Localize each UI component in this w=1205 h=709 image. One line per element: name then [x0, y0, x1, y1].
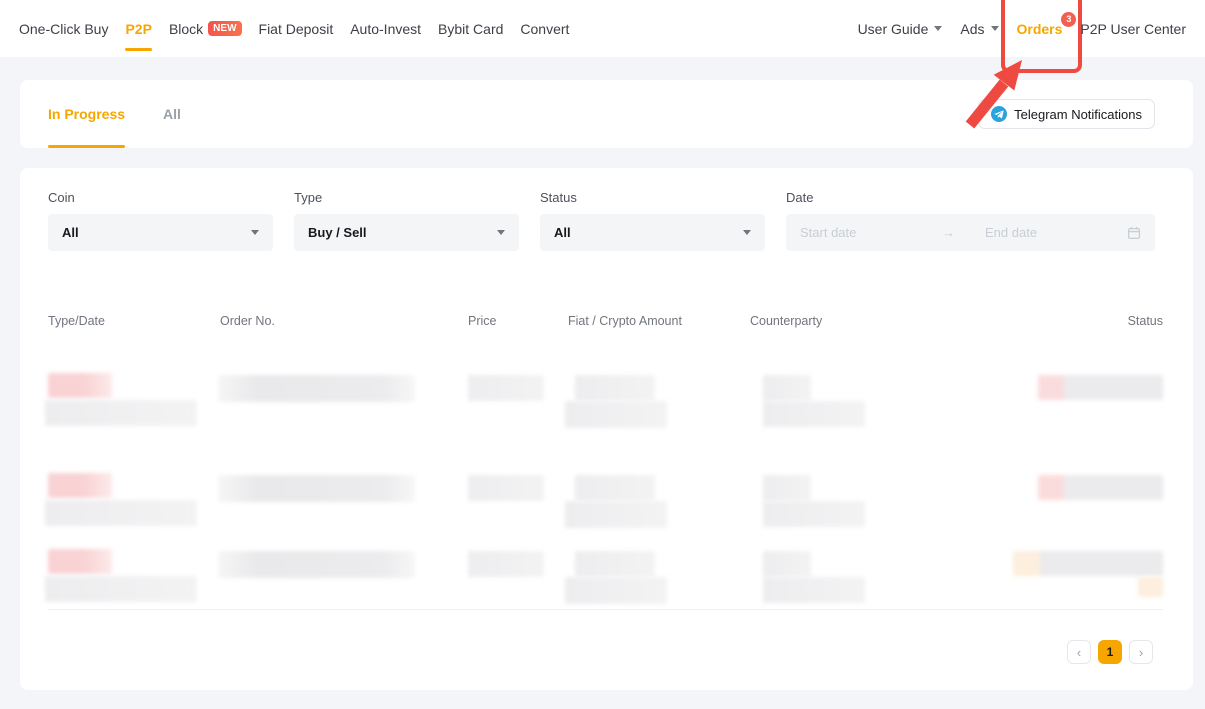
order-tabs: In Progress All: [48, 80, 181, 148]
redacted-status-cell: [1038, 375, 1163, 400]
tab-in-progress[interactable]: In Progress: [48, 80, 125, 148]
redacted-type-cell: [48, 473, 112, 498]
pagination: ‹ 1 ›: [1067, 640, 1153, 664]
type-filter-label: Type: [294, 190, 322, 205]
date-range-picker[interactable]: →: [786, 214, 1155, 251]
col-type-date: Type/Date: [48, 314, 105, 328]
redacted-date-cell: [45, 400, 197, 426]
secondary-nav: User Guide Ads Orders 3 P2P User Center: [858, 0, 1186, 57]
calendar-icon[interactable]: [1127, 226, 1141, 240]
page-1-button[interactable]: 1: [1098, 640, 1122, 664]
type-select[interactable]: Buy / Sell: [294, 214, 519, 251]
chevron-down-icon: [497, 230, 505, 235]
redacted-status-tag: [1138, 577, 1163, 597]
redacted-fiat-cell: [575, 475, 655, 501]
redacted-order-no-cell: [218, 551, 415, 578]
order-row-redacted: [20, 473, 1193, 528]
next-page-button[interactable]: ›: [1129, 640, 1153, 664]
chevron-down-icon: [934, 26, 942, 31]
nav-user-guide[interactable]: User Guide: [858, 0, 943, 57]
redacted-counterparty-cell: [763, 551, 811, 577]
redacted-price-cell: [468, 551, 544, 577]
redacted-crypto-cell: [565, 577, 667, 604]
redacted-counterparty-cell: [763, 401, 865, 427]
order-row-redacted: [20, 373, 1193, 428]
nav-block-label: Block: [169, 21, 203, 37]
chevron-down-icon: [991, 26, 999, 31]
tab-all[interactable]: All: [163, 80, 181, 148]
col-order-no: Order No.: [220, 314, 275, 328]
status-select-value: All: [554, 225, 571, 240]
date-range-arrow-icon: →: [942, 225, 955, 240]
col-price: Price: [468, 314, 496, 328]
coin-select-value: All: [62, 225, 79, 240]
new-badge: NEW: [208, 21, 241, 36]
redacted-fiat-cell: [575, 375, 655, 401]
redacted-counterparty-cell: [763, 375, 811, 401]
filter-status: Status All: [540, 190, 577, 205]
col-counterparty: Counterparty: [750, 314, 822, 328]
redacted-crypto-cell: [565, 501, 667, 528]
redacted-counterparty-cell: [763, 475, 811, 501]
nav-ads[interactable]: Ads: [960, 0, 998, 57]
type-select-value: Buy / Sell: [308, 225, 367, 240]
telegram-notifications-label: Telegram Notifications: [1014, 107, 1142, 122]
redacted-type-cell: [48, 373, 112, 398]
nav-auto-invest[interactable]: Auto-Invest: [350, 0, 421, 57]
redacted-order-no-cell: [218, 475, 415, 502]
filter-date: Date →: [786, 190, 813, 205]
chevron-down-icon: [743, 230, 751, 235]
filter-coin: Coin All: [48, 190, 75, 205]
coin-filter-label: Coin: [48, 190, 75, 205]
telegram-icon: [991, 106, 1007, 122]
redacted-order-no-cell: [218, 375, 415, 402]
chevron-down-icon: [251, 230, 259, 235]
redacted-status-cell: [1013, 551, 1163, 576]
nav-fiat-deposit[interactable]: Fiat Deposit: [259, 0, 334, 57]
col-status: Status: [1128, 314, 1163, 328]
orders-table-header: Type/Date Order No. Price Fiat / Crypto …: [20, 314, 1193, 334]
tabs-card: In Progress All Telegram Notifications: [20, 80, 1193, 148]
nav-orders-label: Orders: [1017, 21, 1063, 37]
col-fiat-crypto: Fiat / Crypto Amount: [568, 314, 682, 328]
telegram-notifications-button[interactable]: Telegram Notifications: [978, 99, 1155, 129]
nav-p2p-user-center[interactable]: P2P User Center: [1080, 0, 1186, 57]
nav-user-guide-label: User Guide: [858, 21, 929, 37]
redacted-crypto-cell: [565, 401, 667, 428]
redacted-date-cell: [45, 500, 197, 526]
nav-one-click-buy[interactable]: One-Click Buy: [19, 0, 108, 57]
orders-card: Coin All Type Buy / Sell Status All Date: [20, 168, 1193, 690]
date-filter-label: Date: [786, 190, 813, 205]
start-date-input[interactable]: [800, 225, 918, 240]
nav-block[interactable]: Block NEW: [169, 0, 242, 57]
redacted-price-cell: [468, 375, 544, 401]
orders-count-badge: 3: [1061, 12, 1076, 27]
redacted-date-cell: [45, 576, 197, 602]
end-date-input[interactable]: [985, 225, 1103, 240]
primary-nav: One-Click Buy P2P Block NEW Fiat Deposit…: [19, 0, 569, 57]
table-bottom-divider: [48, 609, 1163, 610]
nav-bybit-card[interactable]: Bybit Card: [438, 0, 503, 57]
redacted-price-cell: [468, 475, 544, 501]
filter-type: Type Buy / Sell: [294, 190, 322, 205]
top-navigation: One-Click Buy P2P Block NEW Fiat Deposit…: [0, 0, 1205, 57]
redacted-counterparty-cell: [763, 501, 865, 527]
annotation-highlight-rect: [1001, 0, 1083, 73]
p2p-orders-page: One-Click Buy P2P Block NEW Fiat Deposit…: [0, 0, 1205, 709]
redacted-fiat-cell: [575, 551, 655, 577]
redacted-type-cell: [48, 549, 112, 574]
redacted-counterparty-cell: [763, 577, 865, 603]
nav-convert[interactable]: Convert: [520, 0, 569, 57]
coin-select[interactable]: All: [48, 214, 273, 251]
redacted-status-cell: [1038, 475, 1163, 500]
nav-orders[interactable]: Orders 3: [1017, 0, 1063, 57]
status-filter-label: Status: [540, 190, 577, 205]
prev-page-button[interactable]: ‹: [1067, 640, 1091, 664]
nav-p2p[interactable]: P2P: [125, 0, 151, 57]
status-select[interactable]: All: [540, 214, 765, 251]
nav-ads-label: Ads: [960, 21, 984, 37]
order-row-redacted: [20, 549, 1193, 604]
